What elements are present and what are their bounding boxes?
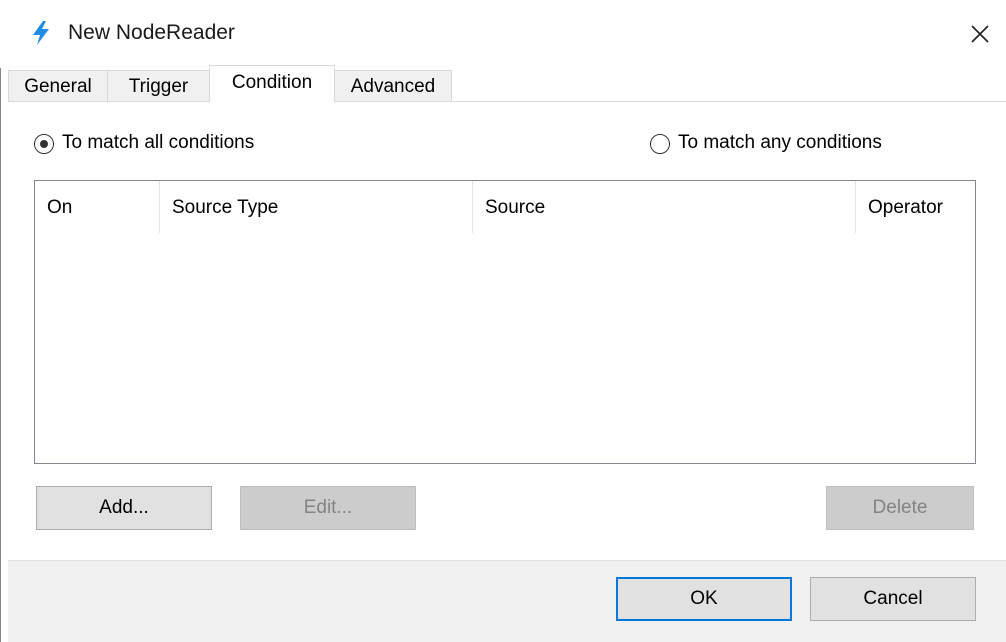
tab-advanced[interactable]: Advanced	[334, 70, 452, 101]
add-button[interactable]: Add...	[36, 486, 212, 530]
radio-circle	[34, 134, 54, 154]
tab-strip: General Trigger Condition Advanced	[8, 65, 1006, 102]
title-bar: New NodeReader	[0, 0, 1006, 68]
condition-panel: To match all conditions To match any con…	[8, 102, 1006, 560]
tab-general[interactable]: General	[8, 70, 108, 101]
close-button[interactable]	[960, 14, 1000, 54]
close-icon	[971, 25, 989, 43]
conditions-table[interactable]: On Source Type Source Operator	[34, 180, 976, 464]
window-left-edge	[0, 0, 1, 642]
radio-circle	[650, 134, 670, 154]
edit-button[interactable]: Edit...	[240, 486, 416, 530]
window-title: New NodeReader	[68, 21, 235, 44]
dialog-footer: OK Cancel	[8, 560, 1006, 642]
tab-condition[interactable]: Condition	[209, 65, 335, 102]
column-header-source-type[interactable]: Source Type	[160, 181, 472, 233]
match-all-label: To match all conditions	[62, 132, 255, 153]
tab-trigger[interactable]: Trigger	[107, 70, 210, 101]
ok-button[interactable]: OK	[616, 577, 792, 621]
match-any-label: To match any conditions	[678, 132, 882, 153]
lightning-icon	[30, 20, 52, 46]
column-header-operator[interactable]: Operator	[856, 181, 975, 233]
cancel-button[interactable]: Cancel	[810, 577, 976, 621]
column-header-on[interactable]: On	[35, 181, 159, 233]
column-header-source[interactable]: Source	[473, 181, 855, 233]
delete-button[interactable]: Delete	[826, 486, 974, 530]
radio-dot	[39, 139, 48, 148]
